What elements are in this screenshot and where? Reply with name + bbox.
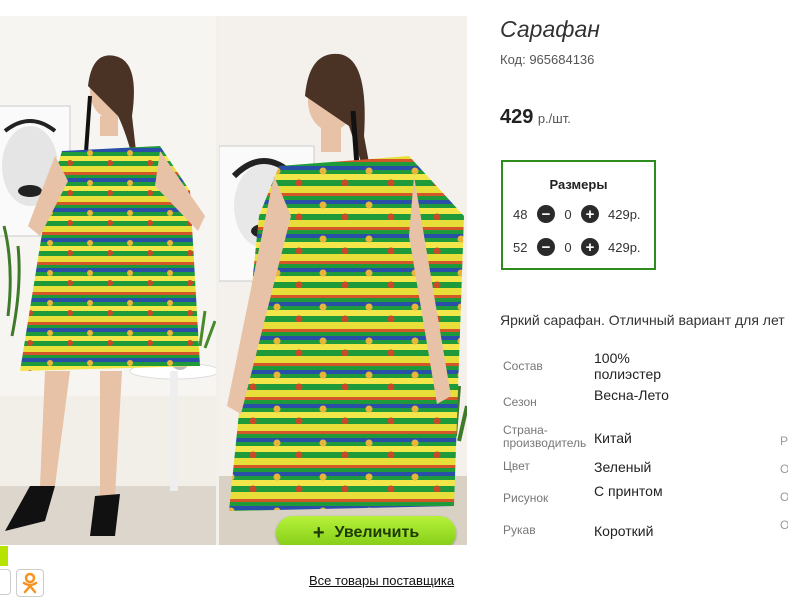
spec-label: Рисунок [503,491,549,505]
size-label: 48 [513,206,528,222]
clipped-text: О [780,462,788,476]
sizes-title: Размеры [549,177,608,192]
size-label: 52 [513,239,528,255]
spec-label: Сезон [503,395,537,409]
spec-value: Китай [594,430,632,446]
size-row: 48 − 0 + 429р. [513,205,641,223]
qty-value[interactable]: 0 [555,240,581,255]
increase-qty-button[interactable]: + [581,238,599,256]
spec-value: Короткий [594,523,654,539]
product-title: Сарафан [500,16,600,42]
product-price: 429 р./шт. [500,106,571,129]
spec-label: Страна-производитель [503,423,587,450]
increase-qty-button[interactable]: + [581,205,599,223]
zoom-button-label: Увеличить [334,524,420,541]
spec-value: Весна-Лето [594,387,669,403]
plus-icon: + [312,522,325,544]
social-share-icon[interactable] [0,569,11,595]
spec-value: С принтом [594,483,663,499]
clipped-text: О [780,490,788,504]
zoom-button[interactable]: + Увеличить [276,516,456,545]
clipped-text: Р [780,434,788,448]
product-photo-1[interactable] [0,16,216,545]
all-supplier-products-link[interactable]: Все товары поставщика [309,573,454,588]
sizes-panel: Размеры 48 − 0 + 429р. 52 − 0 + 429р. [501,160,656,270]
odnoklassniki-icon[interactable] [16,569,44,597]
clipped-text: О [780,518,788,532]
qty-value[interactable]: 0 [555,207,581,222]
decrease-qty-button[interactable]: − [537,205,555,223]
size-price: 429р. [608,206,641,222]
price-value: 429 [500,106,534,128]
spec-value: 100% полиэстер [594,350,662,382]
product-code: Код: 965684136 [500,52,595,67]
size-price: 429р. [608,239,641,255]
spec-label: Цвет [503,459,530,473]
product-photo-2[interactable] [219,16,467,545]
size-row: 52 − 0 + 429р. [513,238,641,256]
spec-label: Рукав [503,523,536,537]
spec-label: Состав [503,359,543,373]
spec-value: Зеленый [594,459,652,475]
product-description: Яркий сарафан. Отличный вариант для лет [500,312,785,328]
gallery-thumb-indicator [0,546,8,566]
price-unit: р./шт. [537,111,571,126]
decrease-qty-button[interactable]: − [537,238,555,256]
product-gallery: + Увеличить [0,16,467,545]
